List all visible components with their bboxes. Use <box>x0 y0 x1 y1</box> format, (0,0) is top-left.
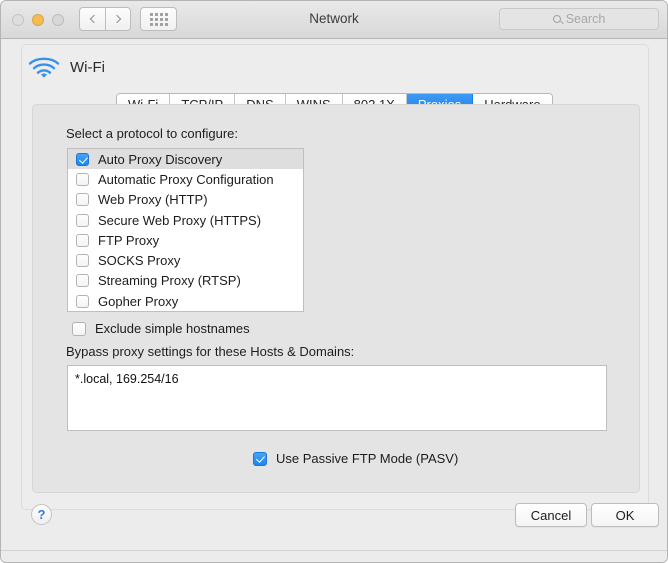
window-bottom-strip <box>1 550 667 562</box>
protocol-checkbox[interactable] <box>76 213 89 227</box>
ok-button[interactable]: OK <box>591 503 659 527</box>
exclude-simple-hostnames-checkbox[interactable] <box>72 321 86 336</box>
protocol-label: SOCKS Proxy <box>98 253 181 269</box>
service-name-label: Wi-Fi <box>70 58 105 76</box>
proxies-content-card: Select a protocol to configure: Auto Pro… <box>32 104 640 493</box>
exclude-simple-hostnames-row[interactable]: Exclude simple hostnames <box>72 321 250 336</box>
protocol-label: FTP Proxy <box>98 232 160 248</box>
bypass-list-label: Bypass proxy settings for these Hosts & … <box>66 344 355 359</box>
protocol-row[interactable]: Gopher Proxy <box>68 291 303 311</box>
proxies-panel: Wi-Fi Wi-FiTCP/IPDNSWINS802.1XProxiesHar… <box>21 44 649 510</box>
protocol-row[interactable]: Auto Proxy Discovery <box>68 149 303 170</box>
protocol-row[interactable]: SOCKS Proxy <box>68 250 303 270</box>
protocol-label: Web Proxy (HTTP) <box>98 192 208 208</box>
search-icon <box>552 15 561 23</box>
protocol-label: Auto Proxy Discovery <box>98 151 223 167</box>
search-input[interactable]: Search <box>499 8 659 30</box>
protocol-list-label: Select a protocol to configure: <box>66 126 238 141</box>
protocol-row[interactable]: Secure Web Proxy (HTTPS) <box>68 210 303 230</box>
bypass-hosts-textarea[interactable]: *.local, 169.254/16 <box>67 365 607 431</box>
window-titlebar: Network Search <box>1 1 667 39</box>
protocol-row[interactable]: Streaming Proxy (RTSP) <box>68 271 303 291</box>
passive-ftp-label: Use Passive FTP Mode (PASV) <box>276 451 459 466</box>
protocol-checkbox[interactable] <box>76 274 89 288</box>
protocol-row[interactable]: Web Proxy (HTTP) <box>68 190 303 210</box>
protocol-checkbox[interactable] <box>76 172 89 186</box>
protocol-checkbox[interactable] <box>76 254 89 268</box>
protocol-checkbox[interactable] <box>76 152 89 166</box>
wifi-icon <box>28 57 60 78</box>
search-placeholder: Search <box>565 12 606 26</box>
protocol-label: Secure Web Proxy (HTTPS) <box>98 212 262 228</box>
service-header: Wi-Fi <box>27 54 105 80</box>
protocol-label: Gopher Proxy <box>98 293 179 309</box>
protocol-checkbox[interactable] <box>76 294 89 308</box>
exclude-simple-hostnames-label: Exclude simple hostnames <box>95 321 250 336</box>
protocol-label: Streaming Proxy (RTSP) <box>98 273 241 289</box>
protocol-row[interactable]: Automatic Proxy Configuration <box>68 169 303 189</box>
protocol-checkbox[interactable] <box>76 233 89 247</box>
protocol-checkbox[interactable] <box>76 193 89 207</box>
cancel-button[interactable]: Cancel <box>515 503 587 527</box>
network-preferences-window: Network Search Wi-Fi Wi-FiTCP/IPDNSWINS8… <box>0 0 668 563</box>
passive-ftp-row[interactable]: Use Passive FTP Mode (PASV) <box>253 451 458 466</box>
protocol-list[interactable]: Auto Proxy Discovery Automatic Proxy Conf… <box>67 148 304 312</box>
protocol-row[interactable]: FTP Proxy <box>68 230 303 250</box>
protocol-label: Automatic Proxy Configuration <box>98 171 274 187</box>
passive-ftp-checkbox[interactable] <box>253 451 267 466</box>
help-button[interactable]: ? <box>31 504 52 525</box>
